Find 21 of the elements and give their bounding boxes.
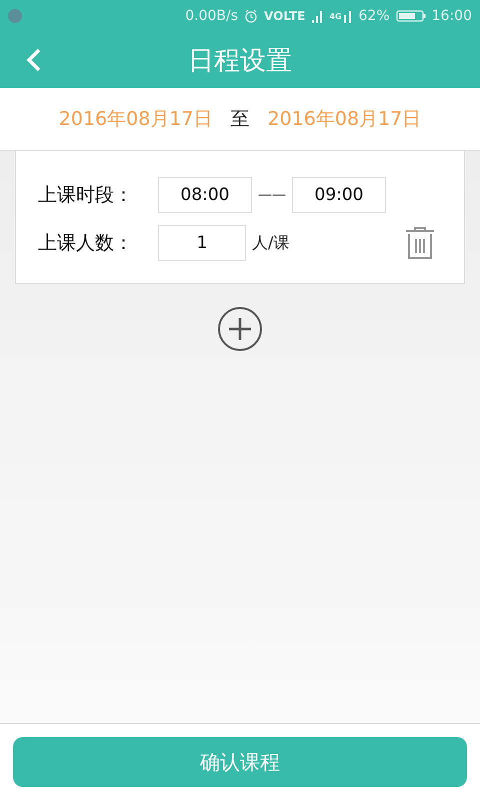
delete-icon[interactable] xyxy=(404,226,436,260)
end-time-field[interactable]: 09:00 xyxy=(292,177,386,213)
battery-percent: 62% xyxy=(358,8,390,24)
alarm-icon xyxy=(244,9,258,23)
add-icon[interactable] xyxy=(217,306,263,352)
page-title: 日程设置 xyxy=(188,44,292,78)
signal-icon xyxy=(342,9,353,23)
network-speed: 0.00B/s xyxy=(185,8,238,24)
network-type: 4G xyxy=(329,12,342,20)
clock: 16:00 xyxy=(432,8,472,24)
start-time-field[interactable]: 08:00 xyxy=(158,177,252,213)
volte-label: VOLTE xyxy=(264,9,306,23)
time-separator: —— xyxy=(257,187,287,203)
count-field[interactable]: 1 xyxy=(158,225,246,261)
unit-label: 人/课 xyxy=(252,232,290,254)
signal-icon xyxy=(311,9,324,23)
notification-icon xyxy=(8,9,22,23)
time-label: 上课时段： xyxy=(38,183,134,208)
battery-icon xyxy=(396,9,426,23)
count-label: 上课人数： xyxy=(38,231,134,256)
date-separator: 至 xyxy=(230,107,250,132)
